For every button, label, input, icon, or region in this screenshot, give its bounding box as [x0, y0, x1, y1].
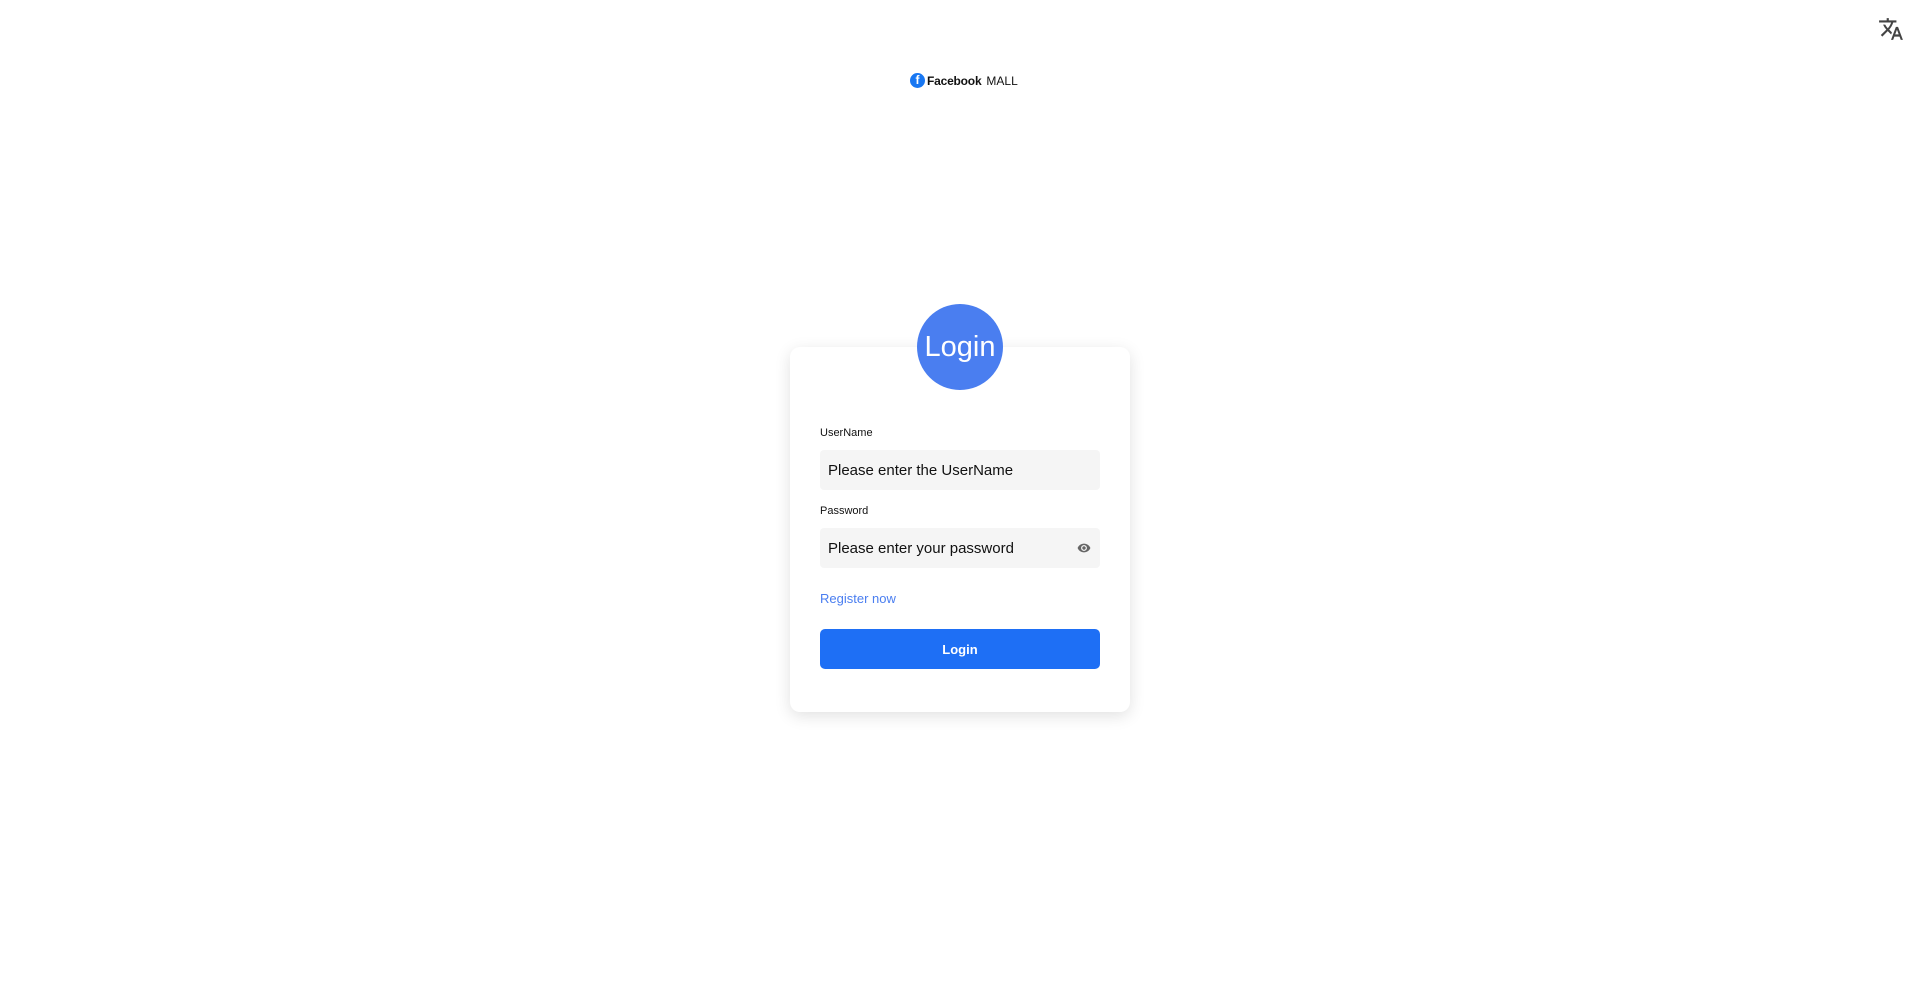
username-field-wrapper [820, 450, 1100, 490]
eye-icon[interactable] [1076, 540, 1092, 556]
password-field-wrapper [820, 528, 1100, 568]
password-label: Password [820, 505, 869, 517]
password-input[interactable] [820, 528, 1100, 568]
username-input[interactable] [820, 450, 1100, 490]
translate-icon[interactable] [1876, 14, 1906, 44]
brand-logo: f Facebook MALL [910, 73, 1018, 88]
login-badge: Login [917, 304, 1003, 390]
brand-name: Facebook [927, 73, 982, 88]
login-button[interactable]: Login [820, 629, 1100, 669]
facebook-logo-icon: f [910, 73, 925, 88]
brand-suffix: MALL [986, 73, 1018, 88]
username-label: UserName [820, 427, 873, 439]
login-page: f Facebook MALL Login UserName Password … [0, 0, 1920, 993]
login-card: UserName Password Register now Login [790, 347, 1130, 712]
register-link[interactable]: Register now [820, 591, 896, 606]
